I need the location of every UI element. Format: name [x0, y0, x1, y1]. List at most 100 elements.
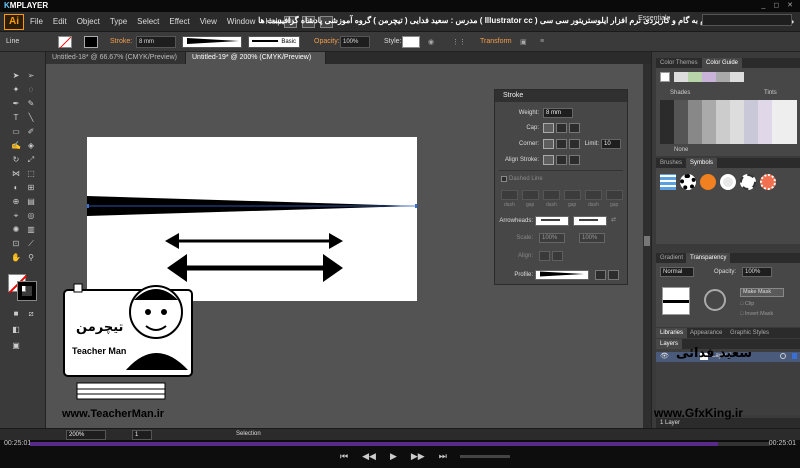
dash-field-1[interactable] — [501, 190, 518, 200]
miter-join-button[interactable] — [543, 139, 554, 149]
stock-search-input[interactable] — [702, 14, 792, 26]
fill-swatch[interactable] — [58, 36, 72, 48]
flip-across-button[interactable] — [608, 270, 619, 280]
graphic-style-swatch[interactable] — [402, 36, 420, 48]
butt-cap-button[interactable] — [543, 123, 554, 133]
align-center-button[interactable] — [543, 155, 554, 165]
invert-mask-checkbox[interactable]: □ Invert Mask — [740, 311, 773, 317]
fast-forward-icon[interactable]: ▶▶ — [411, 451, 425, 462]
pen-tool-icon[interactable]: ✒ — [9, 98, 23, 109]
panel-menu-icon[interactable]: ≡ — [540, 38, 544, 45]
fill-stroke-widget[interactable] — [8, 274, 37, 301]
workspace-switcher[interactable]: Essentials — [638, 15, 670, 22]
opacity-field[interactable]: 100% — [340, 36, 370, 48]
arrow-tip-beyond-button[interactable] — [539, 251, 550, 261]
menu-object[interactable]: Object — [77, 17, 100, 26]
tab-untitled-19[interactable]: Untitled-19* @ 200% (CMYK/Preview) — [186, 52, 326, 64]
gradient-tool-icon[interactable]: ▤ — [24, 196, 38, 207]
transform-link[interactable]: Transform — [480, 38, 512, 45]
artboard-number-field[interactable]: 1 — [132, 430, 152, 440]
visibility-eye-icon[interactable]: 👁 — [660, 352, 669, 360]
zoom-select[interactable]: 200% — [66, 430, 106, 440]
hand-tool-icon[interactable]: ✋ — [9, 252, 23, 263]
gap-field-2[interactable] — [564, 190, 581, 200]
shape-builder-tool-icon[interactable]: ◐ — [9, 182, 23, 193]
direct-selection-tool-icon[interactable]: ➢ — [24, 70, 38, 81]
blend-tool-icon[interactable]: ◎ — [24, 210, 38, 221]
status-tool-label[interactable]: Selection — [236, 431, 261, 437]
layer-name[interactable]: Layer 1 — [712, 353, 732, 359]
target-icon[interactable] — [780, 353, 786, 359]
tab-transparency[interactable]: Transparency — [686, 253, 731, 263]
artboard[interactable] — [85, 137, 419, 301]
tab-color-themes[interactable]: Color Themes — [656, 58, 702, 68]
line-segment-tool-icon[interactable]: ╲ — [24, 112, 38, 123]
tab-symbols[interactable]: Symbols — [686, 158, 718, 168]
stroke-panel-title[interactable]: Stroke — [495, 90, 627, 102]
color-variations-grid[interactable] — [660, 100, 797, 144]
harmony-rules-strip[interactable] — [674, 72, 744, 82]
rotate-tool-icon[interactable]: ↻ — [9, 154, 23, 165]
perspective-grid-tool-icon[interactable]: ⊞ — [24, 182, 38, 193]
scale-tool-icon[interactable]: ⤢ — [24, 154, 38, 165]
magic-wand-tool-icon[interactable]: ✦ — [9, 84, 23, 95]
mesh-tool-icon[interactable]: ⊕ — [9, 196, 23, 207]
artboard-tool-icon[interactable]: ⊡ — [9, 238, 23, 249]
end-arrowhead-select[interactable] — [573, 216, 607, 226]
stroke-swatch[interactable] — [84, 36, 98, 48]
eyedropper-tool-icon[interactable]: ⌖ — [9, 210, 23, 221]
draw-mode-icon[interactable]: ◧ — [9, 324, 23, 335]
menu-file[interactable]: File — [30, 17, 43, 26]
stroke-color-swatch[interactable] — [17, 281, 37, 301]
profile-select[interactable] — [535, 270, 589, 280]
none-mode-icon[interactable]: ⧄ — [24, 308, 38, 319]
column-graph-tool-icon[interactable]: ▥ — [24, 224, 38, 235]
arrow-tip-at-end-button[interactable] — [552, 251, 563, 261]
tab-brushes[interactable]: Brushes — [656, 158, 686, 168]
rectangle-tool-icon[interactable]: ▭ — [9, 126, 23, 137]
menu-effect[interactable]: Effect — [169, 17, 189, 26]
limit-field[interactable]: 10 — [601, 139, 621, 149]
type-tool-icon[interactable]: T — [9, 112, 23, 123]
tab-untitled-18[interactable]: Untitled-18* @ 66.67% (CMYK/Preview) — [46, 52, 186, 64]
variable-width-profile[interactable] — [182, 36, 242, 48]
make-mask-button[interactable]: Make Mask — [740, 288, 784, 297]
tab-appearance[interactable]: Appearance — [686, 328, 726, 338]
align-inside-button[interactable] — [556, 155, 567, 165]
start-scale-field[interactable]: 100% — [539, 233, 565, 243]
symbol-splat-icon[interactable] — [680, 174, 696, 190]
gap-field-3[interactable] — [606, 190, 623, 200]
brush-definition[interactable]: Basic — [248, 36, 300, 48]
align-outside-button[interactable] — [569, 155, 580, 165]
slice-tool-icon[interactable]: ⟋ — [24, 238, 38, 249]
free-transform-tool-icon[interactable]: ⬚ — [24, 168, 38, 179]
symbol-ring-icon[interactable] — [740, 174, 756, 190]
transparency-opacity-field[interactable]: 100% — [742, 267, 772, 277]
base-color-swatch[interactable] — [660, 72, 670, 82]
clip-checkbox[interactable]: □ Clip — [740, 301, 754, 307]
dash-field-2[interactable] — [543, 190, 560, 200]
swap-arrowheads-icon[interactable]: ⇄ — [611, 216, 616, 223]
tab-libraries[interactable]: Libraries — [656, 328, 688, 338]
paintbrush-tool-icon[interactable]: ✐ — [24, 126, 38, 137]
player-window-controls[interactable]: _ ◻ ✕ — [762, 1, 796, 9]
selection-tool-icon[interactable]: ➤ — [9, 70, 23, 81]
projecting-cap-button[interactable] — [569, 123, 580, 133]
menu-edit[interactable]: Edit — [53, 17, 67, 26]
symbol-sprayer-tool-icon[interactable]: ✺ — [9, 224, 23, 235]
zoom-tool-icon[interactable]: ⚲ — [24, 252, 38, 263]
shaper-tool-icon[interactable]: ✍ — [9, 140, 23, 151]
play-icon[interactable]: ▶ — [390, 451, 397, 462]
dash-field-3[interactable] — [585, 190, 602, 200]
layer-row[interactable]: 👁 Layer 1 — [656, 352, 800, 362]
symbol-flower-icon[interactable] — [760, 174, 776, 190]
stroke-link[interactable]: Stroke: — [110, 38, 132, 45]
next-icon[interactable]: ⏭ — [439, 451, 447, 462]
tab-graphic-styles[interactable]: Graphic Styles — [726, 328, 773, 338]
menu-select[interactable]: Select — [137, 17, 159, 26]
dashed-line-checkbox[interactable] — [501, 176, 507, 182]
curvature-tool-icon[interactable]: ✎ — [24, 98, 38, 109]
scrollbar-thumb[interactable] — [644, 236, 650, 246]
gap-field-1[interactable] — [522, 190, 539, 200]
symbol-orange-icon[interactable] — [700, 174, 716, 190]
